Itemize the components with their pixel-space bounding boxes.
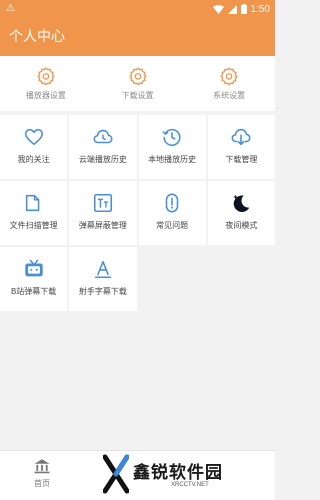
download-settings-label: 下载设置 bbox=[121, 91, 154, 100]
feature-grid: 我的关注 云端播放历史 本地播放历史 下载管理 文件扫描管理 弹幕屏蔽管理 常见… bbox=[0, 115, 275, 311]
bank-icon bbox=[33, 457, 51, 475]
player-settings-label: 播放器设置 bbox=[25, 91, 66, 100]
wifi-icon bbox=[212, 4, 224, 14]
player-settings-button[interactable]: 播放器设置 bbox=[0, 56, 92, 111]
text-block-icon bbox=[92, 192, 114, 214]
settings-row: 播放器设置 下载设置 系统设置 bbox=[0, 56, 275, 111]
system-settings-button[interactable]: 系统设置 bbox=[183, 56, 275, 111]
watermark-brand: 鑫锐软件园 bbox=[133, 463, 223, 482]
gear-icon bbox=[219, 66, 239, 86]
heart-icon bbox=[23, 126, 45, 148]
download-manager-button[interactable]: 下载管理 bbox=[207, 115, 275, 179]
danmaku-block-button[interactable]: 弹幕屏蔽管理 bbox=[69, 181, 137, 245]
my-follows-label: 我的关注 bbox=[17, 155, 50, 164]
tab-home-label: 首页 bbox=[34, 479, 50, 488]
subtitle-a-icon bbox=[92, 258, 114, 280]
download-settings-button[interactable]: 下载设置 bbox=[92, 56, 184, 111]
watermark-logo-icon bbox=[102, 454, 130, 499]
cloud-history-label: 云端播放历史 bbox=[78, 155, 127, 164]
page-title: 个人中心 bbox=[0, 18, 275, 56]
subtitle-download-button[interactable]: 射手字幕下载 bbox=[69, 247, 137, 311]
night-mode-button[interactable]: 夜间模式 bbox=[207, 181, 275, 245]
bilibili-danmaku-download-button[interactable]: B站弹幕下载 bbox=[0, 247, 68, 311]
system-settings-label: 系统设置 bbox=[213, 91, 246, 100]
file-scan-button[interactable]: 文件扫描管理 bbox=[0, 181, 68, 245]
battery-icon bbox=[240, 4, 247, 14]
status-time: 1:50 bbox=[250, 3, 270, 15]
cloud-clock-icon bbox=[92, 126, 114, 148]
clock-history-icon bbox=[161, 126, 183, 148]
watermark-url: XRCCTV.NET bbox=[171, 482, 209, 488]
faq-button[interactable]: 常见问题 bbox=[138, 181, 206, 245]
local-history-label: 本地播放历史 bbox=[148, 155, 197, 164]
tv-icon bbox=[23, 258, 45, 280]
watermark: 鑫锐软件园 XRCCTV.NET bbox=[102, 454, 263, 499]
tab-home[interactable]: 首页 bbox=[28, 457, 56, 489]
warning-icon: ⚠ bbox=[6, 3, 15, 14]
download-manager-label: 下载管理 bbox=[225, 155, 258, 164]
signal-icon bbox=[227, 4, 237, 14]
moon-icon bbox=[230, 192, 252, 214]
folder-icon bbox=[23, 192, 45, 214]
local-history-button[interactable]: 本地播放历史 bbox=[138, 115, 206, 179]
bilibili-danmaku-download-label: B站弹幕下载 bbox=[10, 287, 57, 296]
cloud-download-icon bbox=[230, 126, 252, 148]
cloud-history-button[interactable]: 云端播放历史 bbox=[69, 115, 137, 179]
night-mode-label: 夜间模式 bbox=[225, 221, 258, 230]
subtitle-download-label: 射手字幕下载 bbox=[78, 287, 127, 296]
my-follows-button[interactable]: 我的关注 bbox=[0, 115, 68, 179]
file-scan-label: 文件扫描管理 bbox=[9, 221, 58, 230]
faq-label: 常见问题 bbox=[156, 221, 189, 230]
status-bar: ⚠ 1:50 bbox=[0, 0, 275, 18]
info-icon bbox=[161, 192, 183, 214]
danmaku-block-label: 弹幕屏蔽管理 bbox=[78, 221, 127, 230]
gear-icon bbox=[128, 66, 148, 86]
gear-icon bbox=[36, 66, 56, 86]
